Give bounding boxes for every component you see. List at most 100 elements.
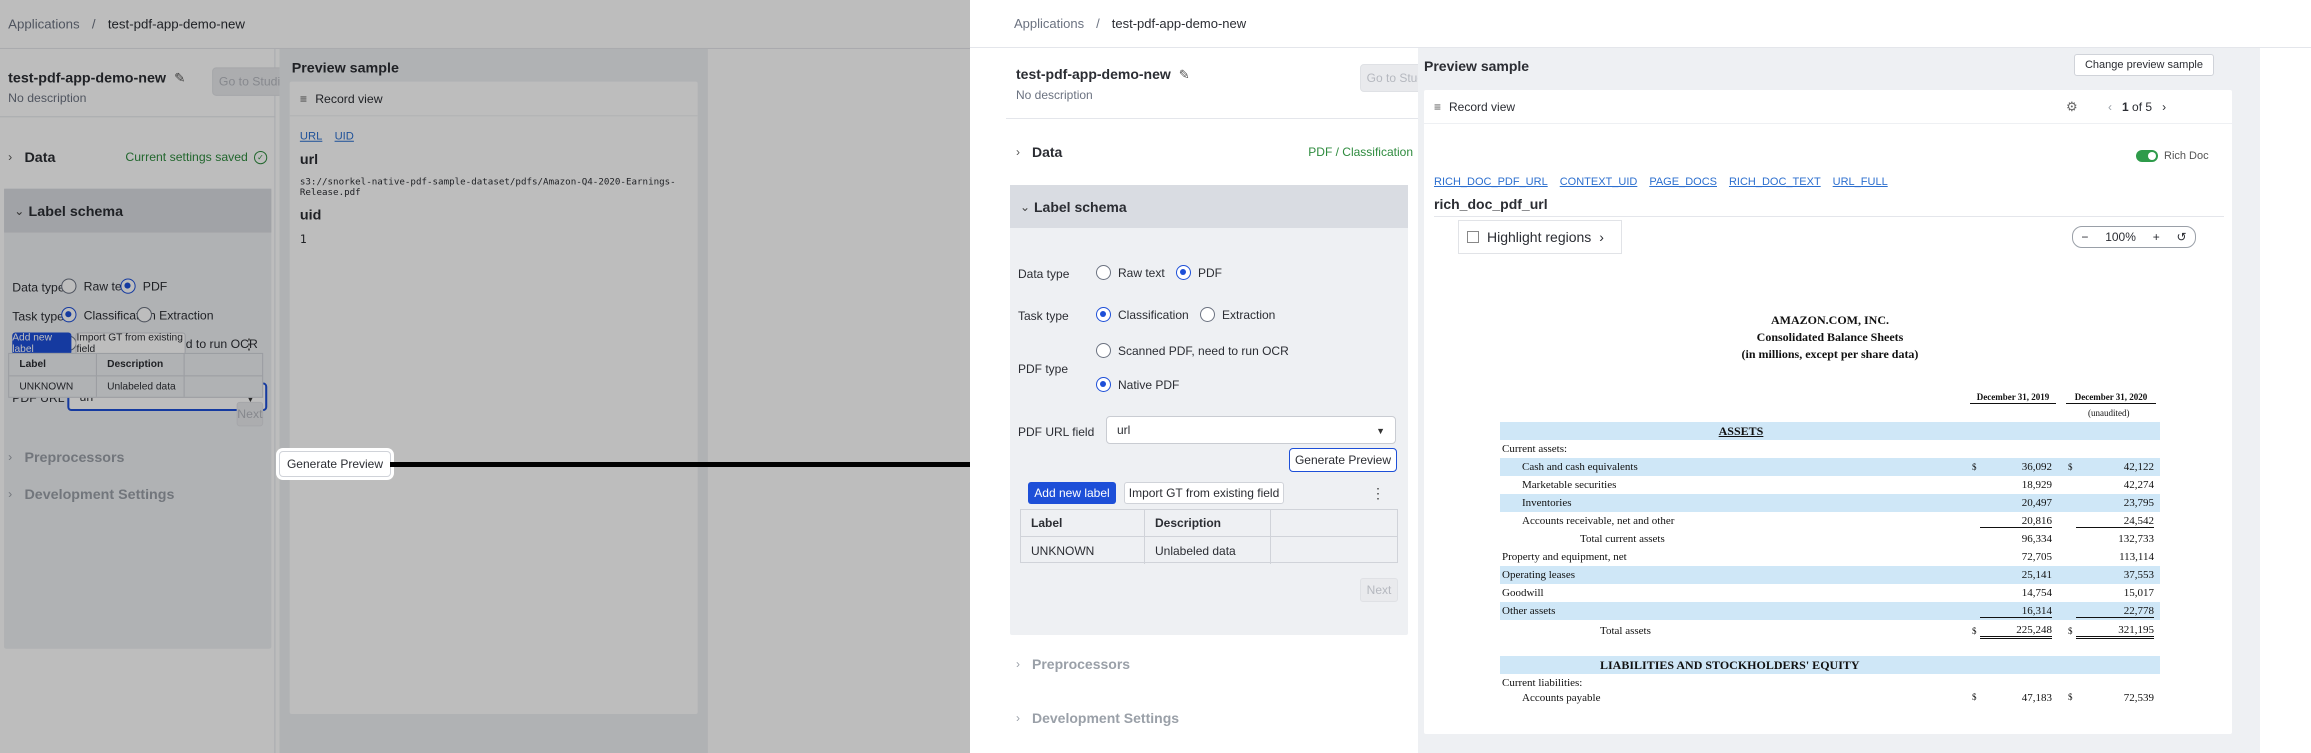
breadcrumb-separator: / [91, 16, 96, 32]
label-schema-header[interactable]: ⌄ Label schema [1010, 185, 1408, 228]
pdf-value-2019: 18,929 [2021, 479, 2052, 491]
label-schema-card: ⌄ Label schema Data type Raw text PDF Ta… [1010, 185, 1408, 635]
preprocessors-section[interactable]: › Preprocessors [1016, 654, 1130, 674]
import-gt-button[interactable]: Import GT from existing field [1124, 482, 1284, 504]
pdf-current-liabilities: Current liabilities: [1502, 677, 1583, 689]
import-gt-button[interactable]: Import GT from existing field [75, 332, 186, 355]
field-link-context-uid[interactable]: CONTEXT_UID [1560, 176, 1638, 188]
pdf-value-2020: 23,795 [2123, 497, 2154, 509]
menu-lines-icon: ≡ [1434, 99, 1442, 114]
pdf-row-label: Cash and cash equivalents [1522, 461, 1638, 473]
pdf-row-label: Accounts receivable, net and other [1522, 515, 1675, 527]
more-options-icon[interactable]: ⋮ [241, 333, 257, 355]
radio-classification[interactable]: Classification [1096, 307, 1189, 322]
table-row[interactable]: UNKNOWN Unlabeled data [1021, 537, 1397, 564]
radio-dot [61, 278, 77, 294]
section-title: Development Settings [24, 485, 175, 502]
chevron-left-icon[interactable]: ‹ [2108, 100, 2112, 114]
radio-raw-text[interactable]: Raw text [1096, 265, 1165, 280]
development-settings-section[interactable]: › Development Settings [1016, 708, 1179, 728]
pdf-value-2019: 16,314 [1980, 605, 2052, 618]
pdf-dollar: $ [1972, 626, 1977, 636]
radio-dot [136, 307, 152, 323]
pdf-row-label: Operating leases [1502, 569, 1575, 581]
pdf-dollar: $ [2068, 462, 2073, 472]
data-section-header[interactable]: › Data PDF / Classification✓ [1016, 132, 1432, 172]
record-view-label[interactable]: Record view [315, 91, 382, 105]
record-view-label[interactable]: Record view [1449, 100, 1515, 114]
rich-doc-toggle[interactable]: Rich Doc [2136, 150, 2209, 162]
field-link-url[interactable]: URL [300, 131, 322, 143]
pdf-row: Current liabilities: [1500, 674, 2160, 692]
pdf-row-accounts-payable: Accounts payable $ 47,183 $ 72,539 [1500, 692, 2160, 704]
next-button[interactable]: Next [1360, 578, 1398, 602]
field-link-url-full[interactable]: URL_FULL [1833, 176, 1888, 188]
toggle-label: Rich Doc [2164, 150, 2209, 162]
radio-pdf[interactable]: PDF [120, 278, 167, 294]
pdf-value-2020: 72,539 [2123, 692, 2154, 704]
divider [1434, 216, 2224, 217]
pencil-icon[interactable]: ✎ [174, 70, 185, 86]
radio-extraction[interactable]: Extraction [1200, 307, 1275, 322]
breadcrumb-root[interactable]: Applications [1014, 16, 1084, 31]
field-link-rich-doc-text[interactable]: RICH_DOC_TEXT [1729, 176, 1821, 188]
pdf-value-2019: 96,334 [2021, 533, 2052, 545]
add-new-label-button[interactable]: Add new label [1028, 482, 1116, 504]
zoom-control: − 100% + ↺ [2072, 226, 2196, 248]
development-settings-section[interactable]: › Development Settings [8, 483, 174, 503]
radio-scanned-pdf[interactable]: Scanned PDF, need to run OCR [1096, 343, 1289, 358]
breadcrumb: Applications / test-pdf-app-demo-new [8, 16, 245, 31]
pager-current: 1 of 5 [2122, 100, 2152, 114]
checkbox[interactable] [1467, 231, 1479, 243]
table-header-row: Label Description [1021, 510, 1397, 537]
breadcrumb-root[interactable]: Applications [8, 16, 80, 31]
chevron-right-icon[interactable]: › [2162, 100, 2166, 114]
pdf-row: Other assets 16,314 22,778 [1500, 602, 2160, 620]
field-name-url: url [299, 150, 319, 168]
field-link-rich-doc-pdf-url[interactable]: RICH_DOC_PDF_URL [1434, 176, 1548, 188]
zoom-level: 100% [2105, 230, 2136, 244]
radio-extraction[interactable]: Extraction [136, 307, 214, 323]
zoom-out-icon[interactable]: − [2081, 230, 2088, 244]
table-row[interactable]: UNKNOWN Unlabeled data [9, 376, 262, 397]
preprocessors-section[interactable]: › Preprocessors [8, 447, 124, 467]
pdf-url-select[interactable]: url ▼ [1106, 416, 1396, 444]
pdf-liabilities-heading: LIABILITIES AND STOCKHOLDERS' EQUITY [1600, 657, 1860, 672]
radio-pdf[interactable]: PDF [1176, 265, 1222, 280]
add-new-label-button[interactable]: Add new label [12, 332, 72, 355]
pdf-row: Operating leases 25,141 37,553 [1500, 566, 2160, 584]
field-value-url: s3://snorkel-native-pdf-sample-dataset/p… [299, 177, 676, 198]
zoom-in-icon[interactable]: + [2153, 230, 2160, 244]
highlight-regions-button[interactable]: Highlight regions › [1458, 220, 1622, 254]
pdf-row-label: Inventories [1522, 497, 1572, 509]
section-title: Preprocessors [24, 448, 125, 466]
reset-zoom-icon[interactable]: ↺ [2177, 230, 2187, 244]
callout-connector-line [390, 462, 1001, 467]
app-name: test-pdf-app-demo-new [8, 69, 167, 86]
table-cell-description: Unlabeled data [97, 376, 185, 397]
field-link-uid[interactable]: UID [335, 131, 354, 143]
gear-icon[interactable]: ⚙ [2066, 99, 2078, 115]
data-section-header[interactable]: › Data Current settings saved ✓ [8, 137, 268, 178]
app-name: test-pdf-app-demo-new [1016, 66, 1171, 82]
more-options-icon[interactable]: ⋮ [1370, 482, 1386, 504]
pdf-current-assets: Current assets: [1502, 443, 1568, 455]
chevron-right-icon: › [1016, 657, 1020, 671]
section-title: Preprocessors [1032, 656, 1131, 672]
background-app-view: Applications / test-pdf-app-demo-new test-… [0, 0, 970, 753]
label-schema-header[interactable]: ⌄ Label schema [4, 188, 272, 233]
pdf-col-2019: December 31, 2019 [1970, 392, 2056, 404]
field-link-page-docs[interactable]: PAGE_DOCS [1649, 176, 1717, 188]
generate-preview-button[interactable]: Generate Preview [1289, 448, 1397, 472]
generate-preview-button-highlight[interactable]: Generate Preview [279, 451, 391, 477]
radio-dot [1096, 377, 1111, 392]
chevron-right-icon: › [1016, 145, 1020, 159]
toggle-switch[interactable] [2136, 150, 2158, 162]
pagination: ‹ 1 of 5 › [2108, 100, 2166, 114]
pencil-icon[interactable]: ✎ [1179, 67, 1190, 83]
radio-native-pdf[interactable]: Native PDF [1096, 377, 1179, 392]
pdf-type-label: PDF type [1018, 362, 1069, 376]
table-header-row: Label Description [9, 353, 263, 377]
change-preview-sample-button[interactable]: Change preview sample [2074, 54, 2214, 76]
next-button[interactable]: Next [236, 401, 264, 427]
